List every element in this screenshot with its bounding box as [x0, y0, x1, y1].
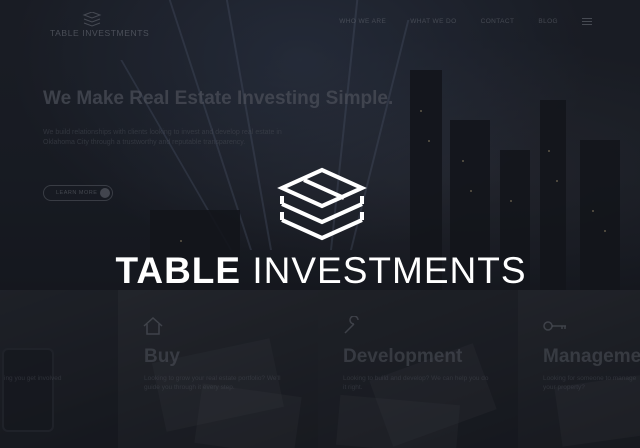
page: TABLE INVESTMENTS WHO WE ARE WHAT WE DO …: [0, 0, 640, 448]
table-investments-logo-icon: [277, 167, 367, 241]
brand-word-light: INVESTMENTS: [252, 250, 527, 291]
brand-wordmark: TABLE INVESTMENTS: [106, 250, 536, 292]
brand-word-bold: TABLE: [115, 250, 242, 291]
